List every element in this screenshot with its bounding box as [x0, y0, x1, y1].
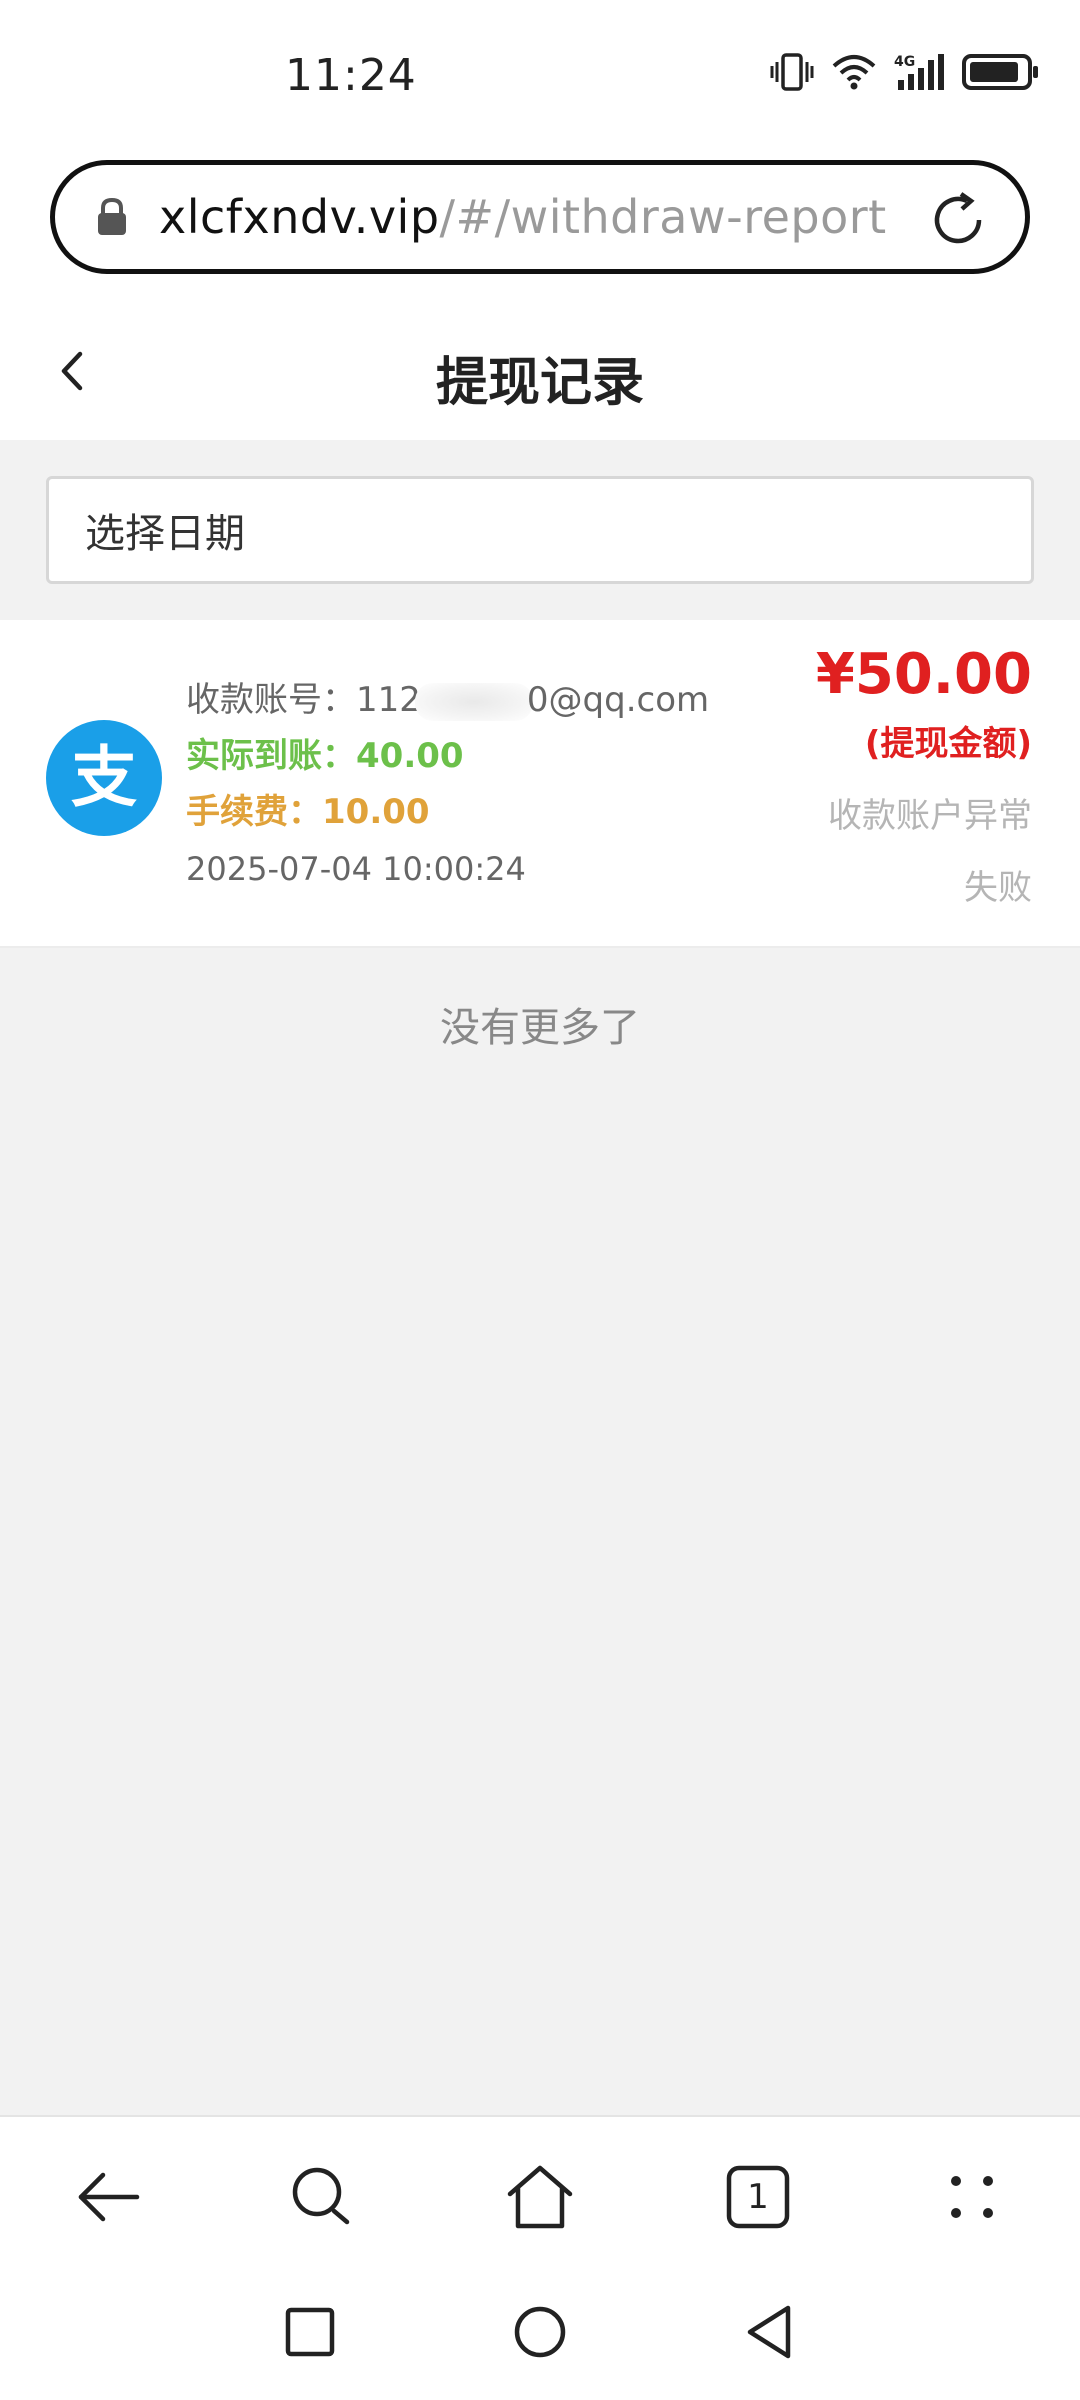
page-header: 提现记录 — [0, 310, 1080, 440]
record-account-suffix: 0@qq.com — [526, 680, 710, 720]
url-path: /#/withdraw-report — [439, 190, 887, 244]
date-picker-placeholder: 选择日期 — [85, 511, 245, 557]
record-status: 失败 — [964, 868, 1032, 908]
url-domain: xlcfxndv.vip — [159, 190, 440, 244]
system-nav-bar — [0, 2280, 1080, 2400]
status-time: 11:24 — [285, 50, 417, 101]
home-icon — [507, 2165, 573, 2229]
alipay-icon-char: 支 — [71, 739, 137, 816]
network-type-label: 4G — [894, 54, 915, 70]
wifi-icon — [832, 55, 876, 90]
record-amount: ¥50.00 — [815, 642, 1032, 707]
back-triangle-icon[interactable] — [740, 2302, 800, 2362]
page-title: 提现记录 — [435, 353, 644, 413]
browser-toolbar: 1 — [0, 2115, 1080, 2280]
signal-icon: 4G — [894, 54, 944, 90]
url-text[interactable]: xlcfxndv.vip/#/withdraw-report — [159, 190, 887, 244]
tab-count: 1 — [747, 2177, 769, 2217]
record-time: 2025-07-04 10:00:24 — [186, 850, 526, 888]
search-icon — [292, 2167, 350, 2225]
page: 11:24 4G xlcfxndv.vip/#/withdraw-report … — [0, 0, 1080, 2400]
record-actual-value: 40.00 — [356, 736, 464, 776]
reload-icon[interactable] — [927, 189, 989, 251]
home-circle-icon[interactable] — [510, 2302, 570, 2362]
lock-icon — [98, 197, 126, 235]
record-fee-value: 10.00 — [322, 792, 430, 832]
recents-icon[interactable] — [280, 2302, 340, 2362]
toolbar-more-button[interactable] — [932, 2157, 1012, 2237]
record-fee: 手续费：10.00 — [186, 784, 430, 833]
record-account: 收款账号：112 0@qq.com — [186, 672, 709, 721]
record-amount-label: (提现金额) — [864, 724, 1032, 764]
url-bar[interactable]: xlcfxndv.vip/#/withdraw-report — [50, 160, 1030, 274]
back-arrow-icon — [78, 2172, 140, 2222]
list-end-text: 没有更多了 — [440, 1005, 640, 1051]
withdraw-record-card[interactable]: 支 收款账号：112 0@qq.com 实际到账：40.00 手续费：10.00 … — [0, 620, 1080, 948]
vibrate-icon — [770, 53, 814, 91]
toolbar-search-button[interactable] — [282, 2157, 362, 2237]
date-picker-input[interactable]: 选择日期 — [46, 476, 1034, 584]
record-account-prefix: 112 — [356, 680, 421, 720]
record-actual-amount: 实际到账：40.00 — [186, 728, 464, 777]
toolbar-back-button[interactable] — [68, 2157, 148, 2237]
alipay-icon: 支 — [46, 720, 162, 836]
record-actual-label: 实际到账： — [186, 736, 356, 776]
record-fee-label: 手续费： — [186, 792, 322, 832]
record-fail-reason: 收款账户异常 — [828, 796, 1032, 836]
more-icon — [951, 2176, 993, 2218]
status-icons: 4G — [770, 52, 1040, 92]
toolbar-tabs-button[interactable]: 1 — [718, 2157, 798, 2237]
toolbar-home-button[interactable] — [500, 2157, 580, 2237]
status-bar: 11:24 4G — [0, 0, 1080, 150]
record-account-label: 收款账号： — [186, 680, 356, 720]
account-redaction — [414, 682, 533, 721]
battery-icon — [962, 54, 1038, 90]
